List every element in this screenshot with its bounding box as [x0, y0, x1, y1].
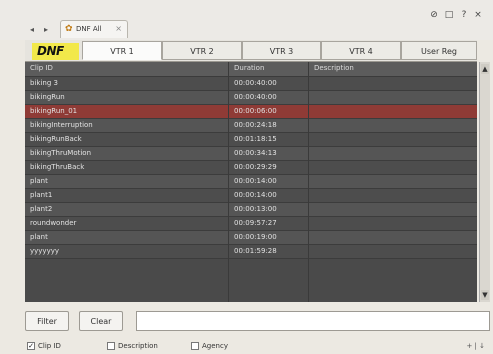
cell-duration: 00:00:14:00 [234, 191, 277, 199]
checkbox-label: Description [118, 342, 158, 350]
cell-duration: 00:00:13:00 [234, 205, 277, 213]
tab-title: DNF All [76, 25, 102, 33]
cell-duration: 00:00:06:00 [234, 107, 277, 115]
cell-clip-id: bikingThruBack [30, 163, 85, 171]
search-options: ✓ Clip ID Description Agency + | ↓ [0, 338, 493, 354]
checkbox-box[interactable]: ✓ [27, 342, 35, 350]
column-divider [228, 62, 229, 302]
scroll-up-icon[interactable]: ▲ [481, 64, 489, 74]
vtr-tab-bar: DNF VTR 1 VTR 2 VTR 3 VTR 4 User Reg [25, 40, 477, 62]
cell-clip-id: plant2 [30, 205, 53, 213]
table-row[interactable]: plant1 00:00:14:00 [25, 189, 477, 203]
nav-back-button[interactable]: ◂ [27, 24, 37, 36]
top-bar: ◂ ▸ ✿ DNF All × ⊘ □ ? × [0, 0, 493, 40]
cell-duration: 00:01:59:28 [234, 247, 277, 255]
cell-clip-id: bikingThruMotion [30, 149, 92, 157]
checkbox-box[interactable] [191, 342, 199, 350]
column-divider [308, 62, 309, 302]
cell-duration: 00:00:40:00 [234, 93, 277, 101]
tab-dnf-all[interactable]: ✿ DNF All × [60, 20, 128, 38]
cell-clip-id: plant1 [30, 191, 53, 199]
vertical-scrollbar[interactable]: ▲ ▼ [479, 62, 490, 302]
cell-clip-id: biking 3 [30, 79, 58, 87]
cell-duration: 00:01:18:15 [234, 135, 277, 143]
resize-grip-icon[interactable]: + | ↓ [466, 342, 485, 350]
checkbox-label: Clip ID [38, 342, 61, 350]
table-row[interactable]: roundwonder 00:09:57:27 [25, 217, 477, 231]
column-header-duration[interactable]: Duration [234, 64, 264, 72]
cell-duration: 00:09:57:27 [234, 219, 277, 227]
cell-clip-id: bikingRun [30, 93, 65, 101]
column-header-clip-id[interactable]: Clip ID [30, 64, 53, 72]
tab-user-reg[interactable]: User Reg [401, 41, 477, 60]
cell-duration: 00:00:24:18 [234, 121, 277, 129]
cell-clip-id: bikingRunBack [30, 135, 82, 143]
cell-clip-id: roundwonder [30, 219, 77, 227]
pin-icon[interactable]: ⊘ [428, 10, 440, 20]
table-row[interactable]: bikingRun 00:00:40:00 [25, 91, 477, 105]
gear-icon: ✿ [65, 24, 73, 34]
dnf-logo: DNF [32, 43, 79, 60]
tab-vtr-3[interactable]: VTR 3 [242, 41, 321, 60]
logo-text: DNF [37, 44, 64, 58]
filter-button[interactable]: Filter [25, 311, 69, 331]
cell-duration: 00:00:34:13 [234, 149, 277, 157]
help-icon[interactable]: ? [458, 10, 470, 20]
table-row[interactable]: plant 00:00:14:00 [25, 175, 477, 189]
tab-vtr-1[interactable]: VTR 1 [82, 41, 162, 60]
column-header-description[interactable]: Description [314, 64, 354, 72]
table-row[interactable]: bikingRunBack 00:01:18:15 [25, 133, 477, 147]
table-row[interactable]: bikingThruMotion 00:00:34:13 [25, 147, 477, 161]
clip-grid: Clip ID Duration Description biking 3 00:… [25, 62, 477, 302]
table-row[interactable]: biking 3 00:00:40:00 [25, 77, 477, 91]
tab-vtr-4[interactable]: VTR 4 [321, 41, 401, 60]
table-row[interactable]: bikingThruBack 00:00:29:29 [25, 161, 477, 175]
table-row[interactable]: bikingRun_01 00:00:06:00 [25, 105, 477, 119]
cell-clip-id: bikingRun_01 [30, 107, 78, 115]
tab-vtr-2[interactable]: VTR 2 [162, 41, 242, 60]
tab-close-icon[interactable]: × [115, 24, 122, 33]
nav-forward-button[interactable]: ▸ [41, 24, 51, 36]
cell-duration: 00:00:40:00 [234, 79, 277, 87]
table-row[interactable]: bikingInterruption 00:00:24:18 [25, 119, 477, 133]
cell-duration: 00:00:14:00 [234, 177, 277, 185]
cell-clip-id: bikingInterruption [30, 121, 93, 129]
cell-clip-id: plant [30, 233, 48, 241]
scroll-down-icon[interactable]: ▼ [481, 290, 489, 300]
filter-bar: Filter Clear [25, 311, 490, 331]
table-row[interactable]: plant2 00:00:13:00 [25, 203, 477, 217]
filter-input[interactable] [136, 311, 490, 331]
cell-clip-id: yyyyyyy [30, 247, 59, 255]
restore-icon[interactable]: □ [443, 10, 455, 20]
table-row[interactable]: plant 00:00:19:00 [25, 231, 477, 245]
clear-button[interactable]: Clear [79, 311, 123, 331]
checkbox-box[interactable] [107, 342, 115, 350]
close-icon[interactable]: × [472, 10, 484, 20]
cell-duration: 00:00:29:29 [234, 163, 277, 171]
checkbox-label: Agency [202, 342, 228, 350]
table-row[interactable]: yyyyyyy 00:01:59:28 [25, 245, 477, 259]
cell-clip-id: plant [30, 177, 48, 185]
cell-duration: 00:00:19:00 [234, 233, 277, 241]
grid-header: Clip ID Duration Description [25, 62, 477, 77]
